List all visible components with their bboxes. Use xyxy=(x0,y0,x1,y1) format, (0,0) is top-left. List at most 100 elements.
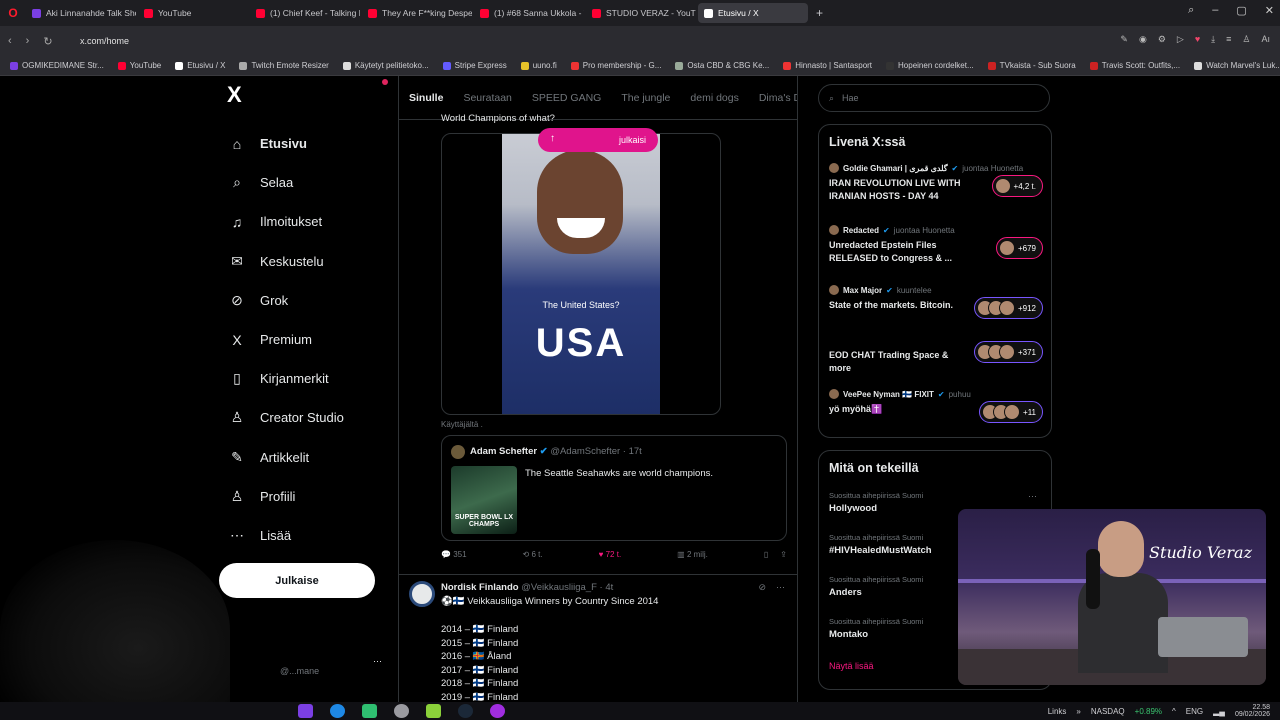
bookmark-item[interactable]: uuno.fi xyxy=(520,61,557,70)
browser-tab[interactable]: Etusivu / X xyxy=(698,3,808,23)
listener-count-pill[interactable]: +371 xyxy=(973,341,1043,363)
feed-tab[interactable]: SPEED GANG xyxy=(532,92,601,104)
nav-item-creator-studio[interactable]: ♙ Creator Studio xyxy=(218,398,388,437)
clock[interactable]: 22.58 09/02/2026 xyxy=(1235,704,1270,718)
bookmark-item[interactable]: Osta CBD & CBG Ke... xyxy=(675,61,769,70)
feed-tab[interactable]: demi dogs xyxy=(690,92,738,104)
feed-tab[interactable]: Sinulle xyxy=(409,92,443,104)
quote-author[interactable]: Adam Schefter ✔ @AdamSchefter · 17t xyxy=(470,446,642,457)
new-posts-pill[interactable]: ↑ julkaisi xyxy=(538,128,658,152)
reload-icon[interactable]: ↻ xyxy=(43,35,52,48)
menu-icon[interactable]: ≡ xyxy=(1226,34,1231,45)
forward-icon[interactable]: › xyxy=(26,35,30,48)
back-icon[interactable]: ‹ xyxy=(8,35,12,48)
ai-icon[interactable]: Aı xyxy=(1261,34,1270,45)
post-button[interactable]: Julkaise xyxy=(219,563,375,598)
bookmark-item[interactable]: YouTube xyxy=(117,61,161,70)
steam-app-icon[interactable] xyxy=(458,704,473,718)
bookmark-item[interactable]: Twitch Emote Resizer xyxy=(239,61,329,70)
avatar[interactable] xyxy=(451,445,465,459)
tray-arrow-icon[interactable]: ^ xyxy=(1172,707,1176,716)
maximize-icon[interactable]: ▢ xyxy=(1236,4,1246,17)
twitch-app-icon[interactable] xyxy=(298,704,313,718)
chevron-icon[interactable]: » xyxy=(1076,707,1080,716)
bookmark-item[interactable]: TVkaista - Sub Suora xyxy=(987,61,1076,70)
minimize-icon[interactable]: – xyxy=(1212,4,1218,17)
live-space[interactable]: Redacted ✔ juontaa Huonetta Unredacted Epst… xyxy=(829,225,1043,265)
video-frame[interactable]: The United States? USA xyxy=(502,134,660,414)
reply-button[interactable]: 💬 351 xyxy=(441,550,467,559)
nav-item-lisää[interactable]: ⋯ Lisää xyxy=(218,516,388,555)
more-icon[interactable]: ⋯ xyxy=(1028,491,1037,502)
close-icon[interactable]: ✕ xyxy=(1265,4,1274,17)
bookmark-icon[interactable]: ▯ xyxy=(764,550,768,559)
repost-button[interactable]: ⟲ 6 t. xyxy=(523,550,543,559)
feed-tab[interactable]: Dima's Dist xyxy=(759,92,797,104)
grok-icon[interactable]: ⊘ xyxy=(758,582,766,593)
more-icon[interactable]: ⋯ xyxy=(373,656,382,667)
network-icon[interactable]: ▂▄ xyxy=(1213,707,1225,716)
bookmark-item[interactable]: Travis Scott: Outfits,... xyxy=(1089,61,1180,70)
browser-tab[interactable]: (1) #68 Sanna Ukkola - Ya xyxy=(474,3,584,23)
opera-logo-icon[interactable]: O xyxy=(0,6,26,20)
camera-icon[interactable]: ◉ xyxy=(1139,34,1147,45)
nav-item-ilmoitukset[interactable]: ♫ Ilmoitukset xyxy=(218,202,388,241)
quote-image[interactable]: SUPER BOWL LX CHAMPS xyxy=(451,466,517,534)
show-more-link[interactable]: Näytä lisää xyxy=(829,661,874,671)
language-indicator[interactable]: ENG xyxy=(1186,707,1203,716)
bookmark-item[interactable]: Etusivu / X xyxy=(175,61,225,70)
tweet-video[interactable]: The United States? USA xyxy=(441,133,721,415)
listener-count-pill[interactable]: +11 xyxy=(979,401,1043,423)
kick-app-icon[interactable] xyxy=(426,704,441,718)
url-field[interactable]: x.com/home xyxy=(80,36,129,46)
nav-item-kirjanmerkit[interactable]: ▯ Kirjanmerkit xyxy=(218,359,388,398)
search-tabs-icon[interactable]: ⌕ xyxy=(1188,4,1194,17)
app-icon[interactable] xyxy=(394,704,409,718)
edit-icon[interactable]: ✎ xyxy=(1120,34,1128,45)
bookmark-item[interactable]: OGMIKEDIMANE Str... xyxy=(10,61,104,70)
quoted-tweet[interactable]: Adam Schefter ✔ @AdamSchefter · 17t SUPE… xyxy=(441,435,787,541)
nav-item-keskustelu[interactable]: ✉ Keskustelu xyxy=(218,242,388,281)
feed-tab[interactable]: The jungle xyxy=(621,92,670,104)
bookmark-item[interactable]: Watch Marvel's Luk... xyxy=(1194,61,1280,70)
search-input[interactable]: ⌕ Hae xyxy=(818,84,1050,112)
like-button[interactable]: ♥ 72 t. xyxy=(599,550,622,559)
share-icon[interactable]: ⇪ xyxy=(780,550,787,559)
account-switcher[interactable]: @...mane ⋯ xyxy=(280,654,390,676)
bookmark-item[interactable]: Käytetyt pelitietoko... xyxy=(342,61,429,70)
tweet-author[interactable]: Nordisk Finlando @Veikkausliiga_F · 4t xyxy=(441,582,613,593)
play-icon[interactable]: ▷ xyxy=(1177,34,1184,45)
bookmark-item[interactable]: Pro membership - G... xyxy=(570,61,661,70)
browser-tab[interactable]: (1) Chief Keef - Talking Ish xyxy=(250,3,360,23)
bookmark-item[interactable]: Hopeinen cordelket... xyxy=(886,61,974,70)
nav-item-grok[interactable]: ⊘ Grok xyxy=(218,281,388,320)
live-space[interactable]: Max Major ✔ kuuntelee State of the markets.… xyxy=(829,285,1043,319)
nav-item-selaa[interactable]: ⌕ Selaa xyxy=(218,163,388,202)
nav-item-profiili[interactable]: ♙ Profiili xyxy=(218,477,388,516)
feed-tab[interactable]: Seurataan xyxy=(463,92,511,104)
links-toolbar[interactable]: Links xyxy=(1048,707,1067,716)
live-space[interactable]: VeePee Nyman 🇫🇮 FIXIT ✔ puhuu yö myöhä✝️ +11 xyxy=(829,389,1043,423)
listener-count-pill[interactable]: +679 xyxy=(995,237,1043,259)
x-logo-icon[interactable]: X xyxy=(227,82,388,108)
browser-tab[interactable]: STUDIO VERAZ - YouT xyxy=(586,3,696,23)
live-space[interactable]: Goldie Ghamari | گلدی قمری ✔ juontaa Huone… xyxy=(829,163,1043,203)
obs-app-icon[interactable] xyxy=(490,704,505,718)
chat-app-icon[interactable] xyxy=(362,704,377,718)
extension-icon[interactable]: ⚙ xyxy=(1158,34,1166,45)
avatar[interactable] xyxy=(409,581,435,607)
bookmark-item[interactable]: Hinnasto | Santasport xyxy=(783,61,872,70)
bookmark-item[interactable]: Stripe Express xyxy=(442,61,507,70)
edge-app-icon[interactable] xyxy=(330,704,345,718)
download-icon[interactable]: ⤓ xyxy=(1211,34,1215,45)
more-icon[interactable]: ⋯ xyxy=(776,582,785,593)
listener-count-pill[interactable]: +912 xyxy=(973,297,1043,319)
new-tab-icon[interactable]: + xyxy=(816,6,823,20)
views-button[interactable]: ▥ 2 milj. xyxy=(677,550,708,559)
ticker-name[interactable]: NASDAQ xyxy=(1091,707,1125,716)
browser-tab[interactable]: Aki Linnanahde Talk Show xyxy=(26,3,136,23)
listener-count-pill[interactable]: +4,2 t. xyxy=(991,175,1043,197)
nav-item-premium[interactable]: X Premium xyxy=(218,320,388,359)
nav-item-artikkelit[interactable]: ✎ Artikkelit xyxy=(218,438,388,477)
live-space[interactable]: EOD CHAT Trading Space & more +371 xyxy=(829,341,1043,375)
